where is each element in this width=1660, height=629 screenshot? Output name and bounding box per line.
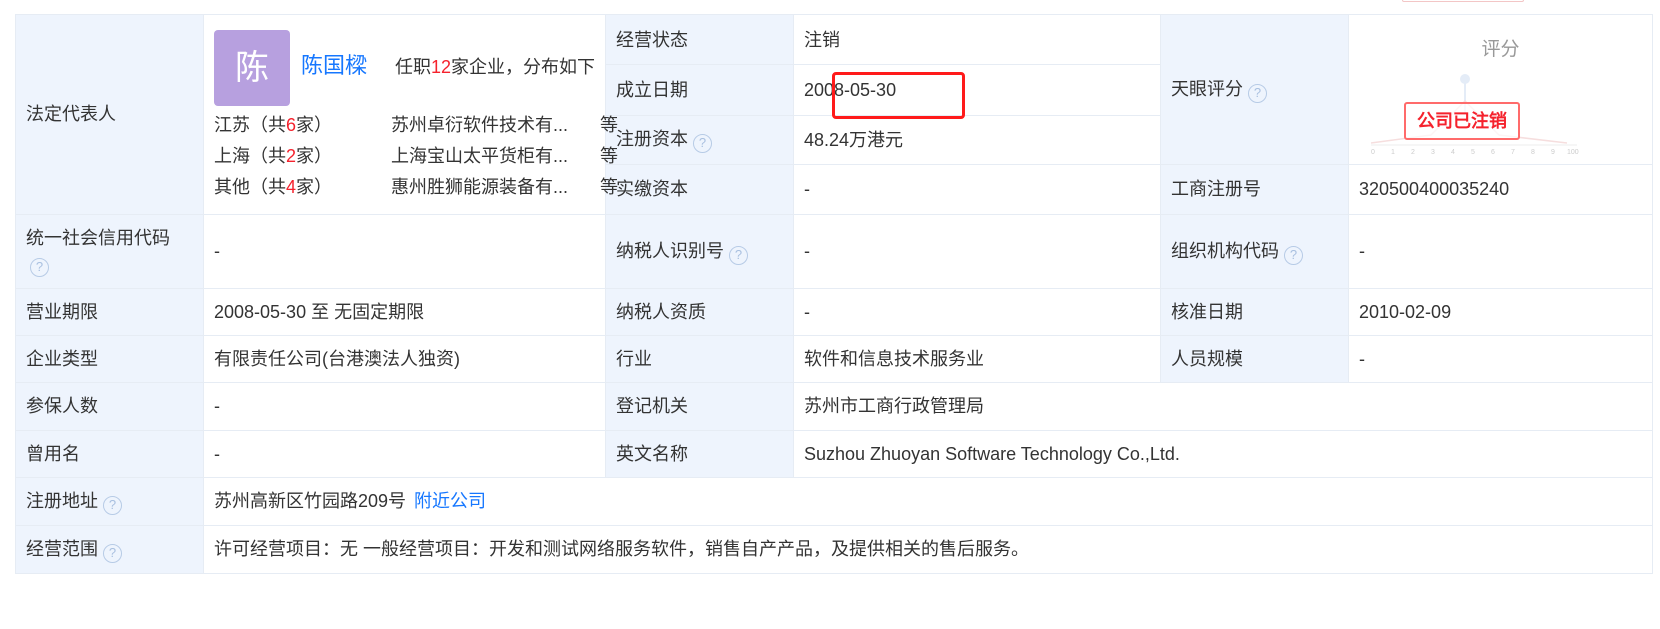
company-link[interactable]: 上海宝山太平货柜有... <box>391 144 586 168</box>
table-row: 参保人数 - 登记机关 苏州市工商行政管理局 <box>15 382 1653 431</box>
reg-address-value: 苏州高新区竹园路209号 <box>214 491 407 512</box>
table-row: 企业类型 有限责任公司(台港澳法人独资) 行业 软件和信息技术服务业 人员规模 … <box>15 335 1653 383</box>
province-label: 其他（共4家） <box>214 177 333 197</box>
scale-tick: 100 <box>1567 149 1579 155</box>
industry-label: 行业 <box>605 335 794 383</box>
former-name-label: 曾用名 <box>15 430 204 478</box>
scale-tick: 3 <box>1431 149 1435 155</box>
insured-value: - <box>203 382 606 431</box>
company-info-table: 法定代表人 陈 陈国樑 任职12家企业，分布如下 江苏（共6家） 苏州卓衍软件技… <box>15 13 1653 574</box>
scale-tick: 7 <box>1511 149 1515 155</box>
biz-reg-no-label: 工商注册号 <box>1160 164 1349 215</box>
staff-size-value: - <box>1348 335 1653 383</box>
company-type-value: 有限责任公司(台港澳法人独资) <box>203 335 606 383</box>
more-link[interactable]: 等 <box>600 175 618 199</box>
taxpayer-qual-value: - <box>793 288 1161 336</box>
province-row-other: 其他（共4家） 惠州胜狮能源装备有... 等 <box>214 175 618 201</box>
question-circle-icon[interactable]: ? <box>693 133 712 153</box>
english-name-value: Suzhou Zhuoyan Software Technology Co.,L… <box>793 430 1653 478</box>
paid-capital-value: - <box>793 164 1161 215</box>
scale-tick: 2 <box>1411 149 1415 155</box>
reg-capital-value: 48.24万港元 <box>793 114 1161 166</box>
scale-tick: 6 <box>1491 149 1495 155</box>
founded-value: 2008-05-30 <box>793 64 1161 116</box>
more-link[interactable]: 等 <box>600 113 618 137</box>
province-label: 江苏（共6家） <box>214 115 333 135</box>
table-row: 法定代表人 陈 陈国樑 任职12家企业，分布如下 江苏（共6家） 苏州卓衍软件技… <box>15 13 1653 215</box>
scope-value: 许可经营项目：无 一般经营项目：开发和测试网络服务软件，销售自产产品，及提供相关… <box>203 525 1653 574</box>
question-circle-icon[interactable]: ? <box>30 257 49 277</box>
reg-authority-label: 登记机关 <box>605 382 794 431</box>
approval-date-label: 核准日期 <box>1160 288 1349 336</box>
biz-term-label: 营业期限 <box>15 288 204 336</box>
province-row-jiangsu: 江苏（共6家） 苏州卓衍软件技术有... 等 <box>214 113 618 139</box>
table-row: 统一社会信用代码? - 纳税人识别号? - 组织机构代码? - <box>15 214 1653 289</box>
avatar[interactable]: 陈 <box>214 30 290 106</box>
more-link[interactable]: 等 <box>600 144 618 168</box>
question-circle-icon[interactable]: ? <box>729 245 748 265</box>
table-row: 注册地址? 苏州高新区竹园路209号 附近公司 <box>15 477 1653 526</box>
table-row: 曾用名 - 英文名称 Suzhou Zhuoyan Software Techn… <box>15 430 1653 478</box>
legal-rep-label: 法定代表人 <box>15 14 204 215</box>
company-type-label: 企业类型 <box>15 335 204 383</box>
scale-tick: 9 <box>1551 149 1555 155</box>
status-label: 经营状态 <box>605 13 794 66</box>
taxpayer-id-label: 纳税人识别号? <box>605 214 794 289</box>
scale-tick: 4 <box>1451 149 1455 155</box>
biz-term-value: 2008-05-30 至 无固定期限 <box>203 288 606 336</box>
scale-tick: 0 <box>1371 149 1375 155</box>
credit-code-label: 统一社会信用代码? <box>15 214 204 289</box>
staff-size-label: 人员规模 <box>1160 335 1349 383</box>
table-row: 营业期限 2008-05-30 至 无固定期限 纳税人资质 - 核准日期 201… <box>15 288 1653 336</box>
credit-code-value: - <box>203 214 606 289</box>
province-label: 上海（共2家） <box>214 146 333 166</box>
scope-label: 经营范围? <box>15 525 204 574</box>
deregistered-stamp: 公司已注销 <box>1404 102 1520 140</box>
question-circle-icon[interactable]: ? <box>1284 245 1303 265</box>
industry-value: 软件和信息技术服务业 <box>793 335 1161 383</box>
former-name-value: - <box>203 430 606 478</box>
founded-label: 成立日期 <box>605 64 794 116</box>
rating-cell[interactable]: 评分 0 1 2 3 4 5 6 7 8 9 100 公司已注销 <box>1348 14 1653 165</box>
insured-label: 参保人数 <box>15 382 204 431</box>
approval-date-value: 2010-02-09 <box>1348 288 1653 336</box>
reg-capital-label: 注册资本? <box>605 114 794 166</box>
org-code-label: 组织机构代码? <box>1160 214 1349 289</box>
question-circle-icon[interactable]: ? <box>103 543 122 563</box>
scale-tick: 5 <box>1471 149 1475 155</box>
province-row-shanghai: 上海（共2家） 上海宝山太平货柜有... 等 <box>214 144 618 170</box>
company-link[interactable]: 惠州胜狮能源装备有... <box>391 175 586 199</box>
scale-tick: 1 <box>1391 149 1395 155</box>
reg-address-label: 注册地址? <box>15 477 204 526</box>
company-link[interactable]: 苏州卓衍软件技术有... <box>391 113 586 137</box>
legal-rep-cell: 陈 陈国樑 任职12家企业，分布如下 江苏（共6家） 苏州卓衍软件技术有... … <box>203 14 618 215</box>
taxpayer-qual-label: 纳税人资质 <box>605 288 794 336</box>
tianyan-score-label: 天眼评分? <box>1160 14 1349 165</box>
org-code-value: - <box>1348 214 1653 289</box>
scale-tick: 8 <box>1531 149 1535 155</box>
rating-title: 评分 <box>1481 39 1520 60</box>
reg-authority-value: 苏州市工商行政管理局 <box>793 382 1653 431</box>
taxpayer-id-value: - <box>793 214 1161 289</box>
paid-capital-label: 实缴资本 <box>605 164 794 215</box>
company-count: 12 <box>430 57 451 77</box>
english-name-label: 英文名称 <box>605 430 794 478</box>
legal-rep-name-link[interactable]: 陈国樑 <box>301 51 367 81</box>
status-value: 注销 <box>793 13 1161 66</box>
question-circle-icon[interactable]: ? <box>103 495 122 515</box>
legal-rep-summary: 任职12家企业，分布如下 <box>394 57 595 77</box>
top-tab-fragment <box>1402 0 1524 2</box>
biz-reg-no-value: 320500400035240 <box>1348 164 1653 215</box>
nearby-companies-link[interactable]: 附近公司 <box>414 491 486 511</box>
table-row: 经营范围? 许可经营项目：无 一般经营项目：开发和测试网络服务软件，销售自产产品… <box>15 525 1653 574</box>
reg-address-cell: 苏州高新区竹园路209号 附近公司 <box>203 477 1653 526</box>
question-circle-icon[interactable]: ? <box>1248 83 1267 103</box>
